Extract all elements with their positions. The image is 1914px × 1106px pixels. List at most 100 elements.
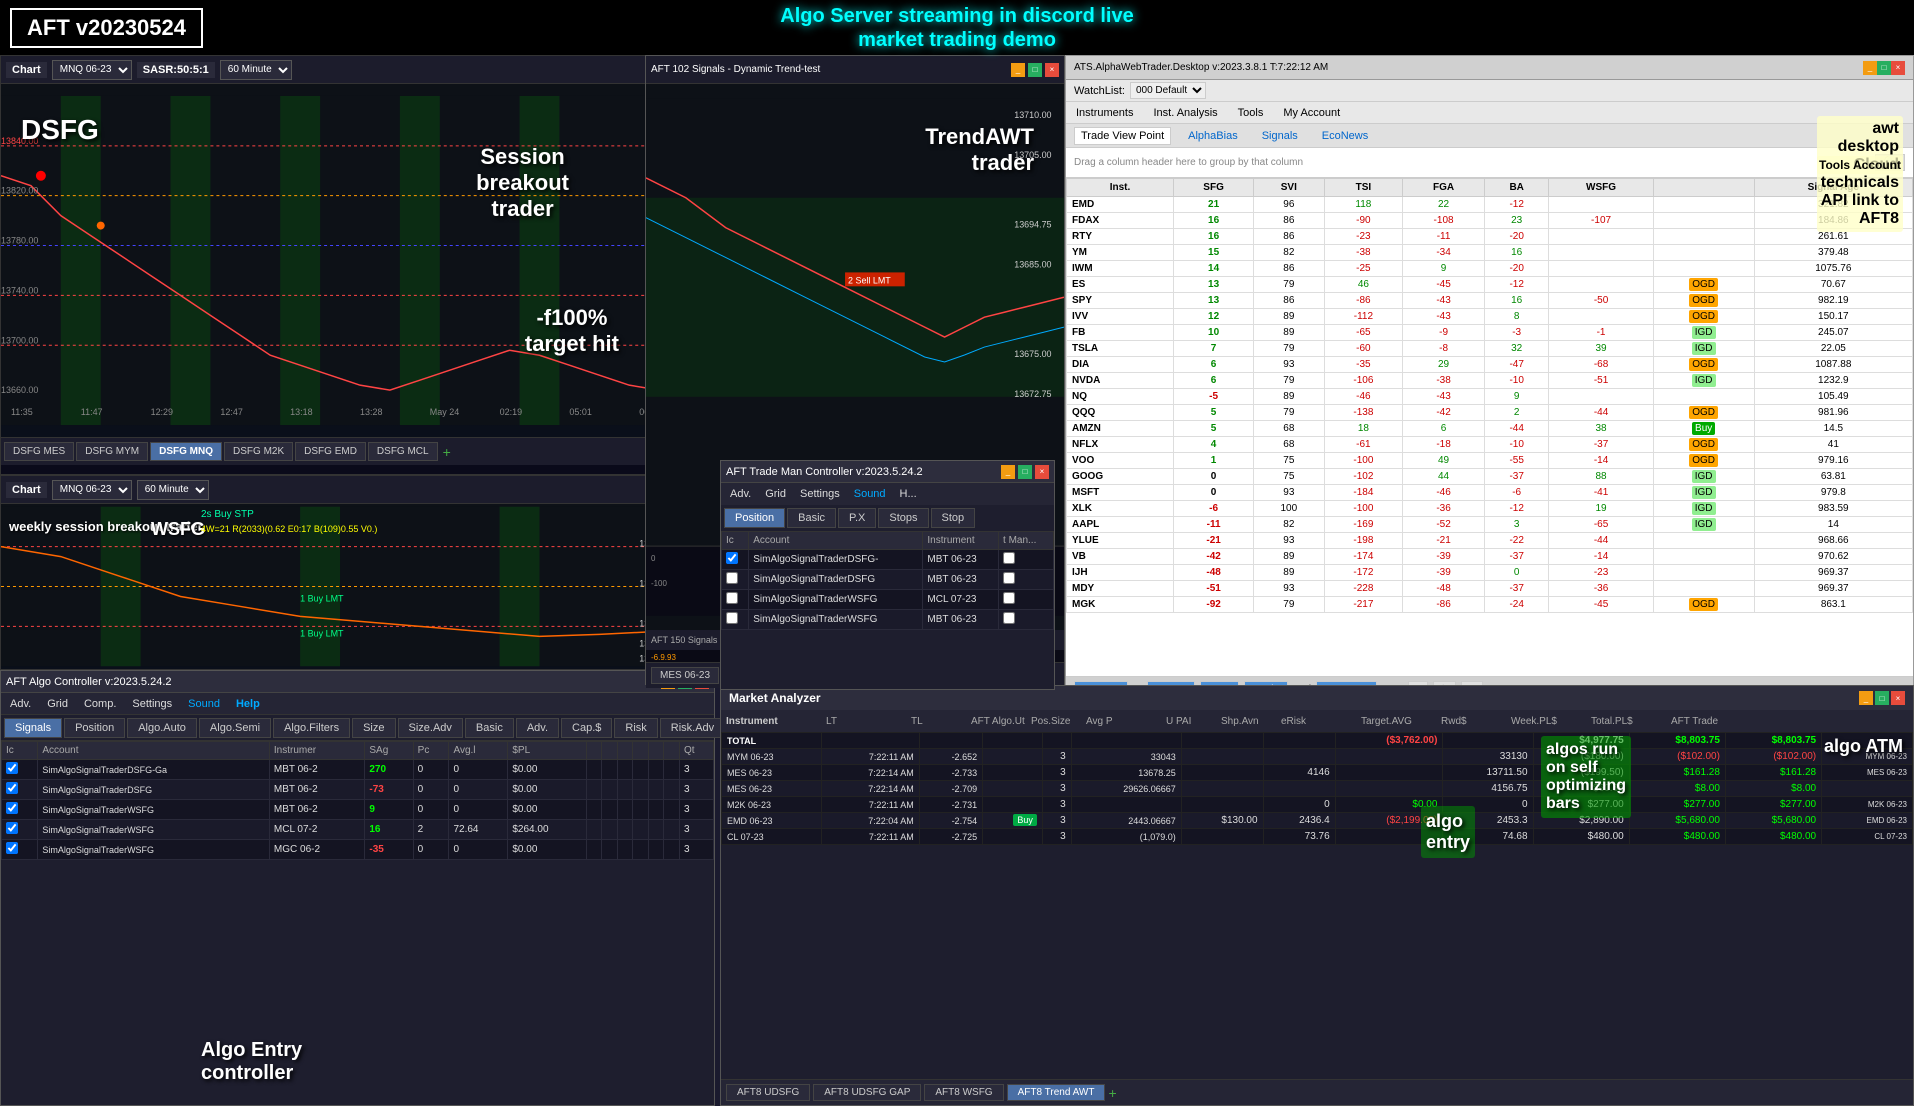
tab-dsfg-mes[interactable]: DSFG MES <box>4 442 74 461</box>
ma-bottom-tabs: AFT8 UDSFG AFT8 UDSFG GAP AFT8 WSFG AFT8… <box>721 1079 1913 1105</box>
awt-nav-alphabias[interactable]: AlphaBias <box>1181 127 1245 145</box>
tab-risk-adv[interactable]: Risk.Adv <box>660 718 725 738</box>
tm-sound[interactable]: Sound <box>850 486 890 502</box>
awt-menu-instruments[interactable]: Instruments <box>1076 107 1133 119</box>
menu-settings[interactable]: Settings <box>128 696 176 712</box>
table-row: YLUE -21 93 -198 -21 -22 -44 968.66 <box>1067 533 1913 549</box>
tm-grid[interactable]: Grid <box>761 486 790 502</box>
symbol-select-top[interactable]: MNQ 06-23 <box>52 60 132 80</box>
trendawt-close[interactable]: × <box>1045 63 1059 77</box>
awt-nav-tradeview[interactable]: Trade View Point <box>1074 127 1171 145</box>
table-row: AMZN 5 68 18 6 -44 38 Buy 14.5 <box>1067 421 1913 437</box>
session-breakout-label: Session breakout trader <box>476 144 569 222</box>
ma-tab-aft8-wsfg[interactable]: AFT8 WSFG <box>924 1084 1003 1101</box>
table-row: QQQ 5 79 -138 -42 2 -44 OGD 981.96 <box>1067 405 1913 421</box>
table-row: MSFT 0 93 -184 -46 -6 -41 IGD 979.8 <box>1067 485 1913 501</box>
tm-h[interactable]: H... <box>896 486 921 502</box>
tm-check-1[interactable] <box>726 552 738 564</box>
menu-adv[interactable]: Adv. <box>6 696 35 712</box>
center-title-line1: Algo Server streaming in discord live <box>780 4 1133 28</box>
trade-man-controller: AFT Trade Man Controller v:2023.5.24.2 _… <box>720 460 1055 690</box>
tm-settings[interactable]: Settings <box>796 486 844 502</box>
awt-search-bar: Drag a column header here to group by th… <box>1066 148 1913 178</box>
tm-tab-stops[interactable]: Stops <box>878 508 928 528</box>
awt-menu-tools[interactable]: Tools <box>1238 107 1264 119</box>
tm-tab-basic[interactable]: Basic <box>787 508 836 528</box>
trade-man-max[interactable]: □ <box>1018 465 1032 479</box>
trendawt-max[interactable]: □ <box>1028 63 1042 77</box>
tab-basic[interactable]: Basic <box>465 718 514 738</box>
awt-max[interactable]: □ <box>1877 61 1891 75</box>
tab-size-adv[interactable]: Size.Adv <box>398 718 463 738</box>
tab-adv[interactable]: Adv. <box>516 718 559 738</box>
ma-close[interactable]: × <box>1891 691 1905 705</box>
ma-col-erisk: eRisk <box>1281 716 1361 727</box>
awt-menu-inst-analysis[interactable]: Inst. Analysis <box>1153 107 1217 119</box>
add-chart-tab[interactable]: + <box>443 444 451 460</box>
tab-dsfg-mym[interactable]: DSFG MYM <box>76 442 148 461</box>
tm-mcl-check[interactable] <box>1003 592 1015 604</box>
tm-tab-px[interactable]: P.X <box>838 508 876 528</box>
ma-min[interactable]: _ <box>1859 691 1873 705</box>
timeframe-select-top[interactable]: 60 Minute <box>220 60 292 80</box>
tab-position[interactable]: Position <box>64 718 125 738</box>
tm-adv[interactable]: Adv. <box>726 486 755 502</box>
table-row: SimAlgoSignalTraderWSFG MCL 07-2 16 2 72… <box>2 820 714 840</box>
tm-check-3[interactable] <box>726 592 738 604</box>
symbol-select-bottom[interactable]: MNQ 06-23 <box>52 480 132 500</box>
tab-algo-semi[interactable]: Algo.Semi <box>199 718 271 738</box>
table-row: RTY 16 86 -23 -11 -20 261.61 <box>1067 229 1913 245</box>
tab-algo-auto[interactable]: Algo.Auto <box>127 718 197 738</box>
tab-mes[interactable]: MES 06-23 <box>651 667 719 684</box>
tm-check-4[interactable] <box>726 612 738 624</box>
trade-man-close[interactable]: × <box>1035 465 1049 479</box>
menu-help[interactable]: Help <box>232 696 264 712</box>
tab-caps[interactable]: Cap.$ <box>561 718 612 738</box>
tab-size[interactable]: Size <box>352 718 395 738</box>
ma-tab-aft8-trend-awt[interactable]: AFT8 Trend AWT <box>1007 1084 1106 1101</box>
tab-dsfg-mcl[interactable]: DSFG MCL <box>368 442 438 461</box>
tm-tab-position[interactable]: Position <box>724 508 785 528</box>
tab-dsfg-m2k[interactable]: DSFG M2K <box>224 442 293 461</box>
awt-watchlist-select[interactable]: 000 Default <box>1130 82 1206 99</box>
tab-risk[interactable]: Risk <box>614 718 657 738</box>
tm-mbt-check-4[interactable] <box>1003 612 1015 624</box>
tm-check-2[interactable] <box>726 572 738 584</box>
tm-mbt-check-1[interactable] <box>1003 552 1015 564</box>
tab-dsfg-mnq[interactable]: DSFG MNQ <box>150 442 222 461</box>
menu-sound[interactable]: Sound <box>184 696 224 712</box>
menu-comp[interactable]: Comp. <box>80 696 120 712</box>
tm-mbt-check-2[interactable] <box>1003 572 1015 584</box>
ma-tab-aft8-udsfg[interactable]: AFT8 UDSFG <box>726 1084 810 1101</box>
table-row: DIA 6 93 -35 29 -47 -68 OGD 1087.88 <box>1067 357 1913 373</box>
awt-nav-signals[interactable]: Signals <box>1255 127 1305 145</box>
svg-text:13660.00: 13660.00 <box>1 385 38 395</box>
awt-menu-my-account[interactable]: My Account <box>1283 107 1340 119</box>
timeframe-select-bottom[interactable]: 60 Minute <box>137 480 209 500</box>
ma-max[interactable]: □ <box>1875 691 1889 705</box>
ma-data-table: TOTAL ($3,762.00) $4,977.75 $8,803.75 $8… <box>721 732 1913 845</box>
svg-text:13710.00: 13710.00 <box>1014 110 1051 120</box>
awt-nav-econews[interactable]: EcoNews <box>1315 127 1375 145</box>
tab-signals[interactable]: Signals <box>4 718 62 738</box>
center-title-line2: market trading demo <box>780 28 1133 52</box>
add-ma-tab[interactable]: + <box>1108 1085 1116 1101</box>
trade-man-min[interactable]: _ <box>1001 465 1015 479</box>
awt-min[interactable]: _ <box>1863 61 1877 75</box>
awt-close[interactable]: × <box>1891 61 1905 75</box>
tab-algo-filters[interactable]: Algo.Filters <box>273 718 350 738</box>
ma-table-container: TOTAL ($3,762.00) $4,977.75 $8,803.75 $8… <box>721 732 1913 1079</box>
menu-grid[interactable]: Grid <box>43 696 72 712</box>
awt-th-wsfg: WSFG <box>1549 179 1653 197</box>
tab-dsfg-emd[interactable]: DSFG EMD <box>295 442 366 461</box>
ma-col-shp: Shp.Avn <box>1221 716 1281 727</box>
chart-toolbar-bottom: Chart MNQ 06-23 60 Minute _ □ × <box>1 476 719 504</box>
table-row: NFLX 4 68 -61 -18 -10 -37 OGD 41 <box>1067 437 1913 453</box>
trendawt-min[interactable]: _ <box>1011 63 1025 77</box>
tm-tab-stop[interactable]: Stop <box>931 508 976 528</box>
ma-col-rwd: Rwd$ <box>1441 716 1511 727</box>
table-row: AAPL -11 82 -169 -52 3 -65 IGD 14 <box>1067 517 1913 533</box>
ma-col-avgp: Avg P <box>1086 716 1166 727</box>
svg-text:12:47: 12:47 <box>220 407 242 417</box>
ma-tab-aft8-udsfg-gap[interactable]: AFT8 UDSFG GAP <box>813 1084 921 1101</box>
